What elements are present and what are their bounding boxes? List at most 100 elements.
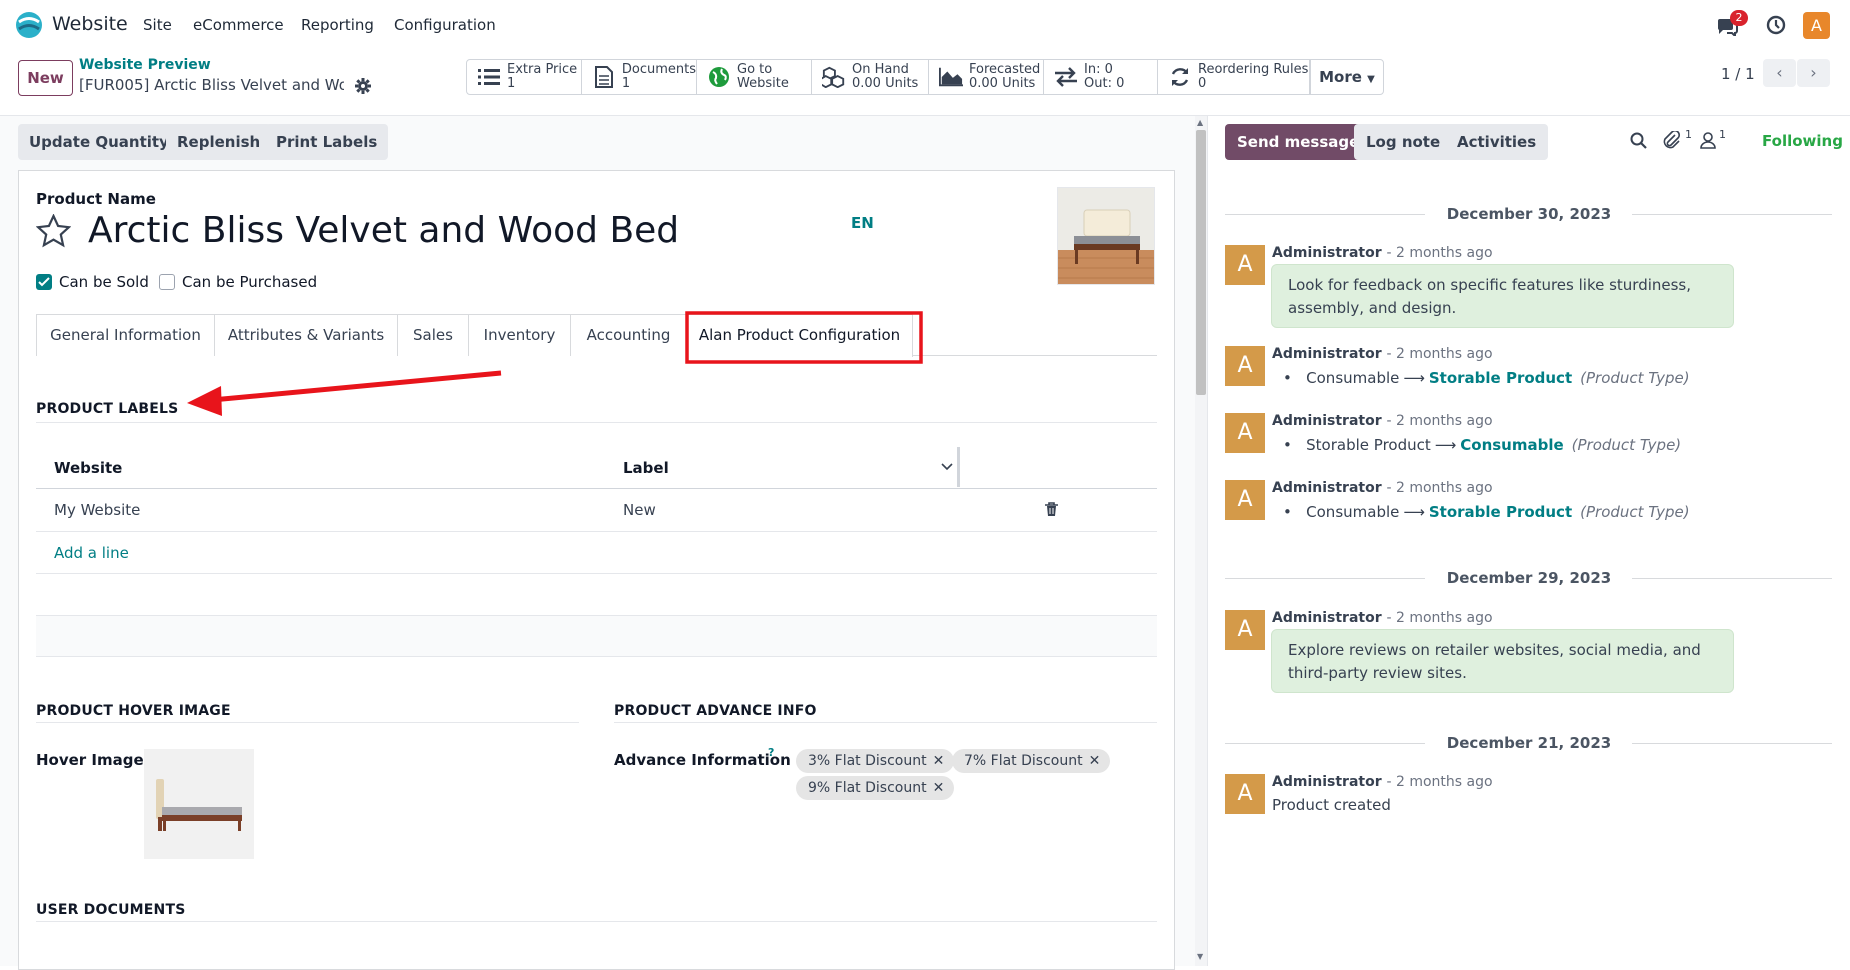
pager-value[interactable]: 1 / 1	[1721, 65, 1755, 83]
column-label[interactable]: Label	[623, 459, 669, 477]
message-time: - 2 months ago	[1386, 774, 1493, 790]
following-button[interactable]: Following	[1762, 132, 1843, 150]
check-icon	[38, 277, 50, 287]
remove-tag-icon[interactable]: ✕	[933, 753, 945, 769]
app-name[interactable]: Website	[52, 13, 128, 35]
author-avatar[interactable]: A	[1225, 346, 1265, 386]
language-button[interactable]: EN	[851, 214, 874, 232]
date-separator: December 21, 2023	[1446, 734, 1612, 752]
menu-site[interactable]: Site	[143, 16, 172, 34]
author-avatar[interactable]: A	[1225, 480, 1265, 520]
tag-3-flat-discount[interactable]: 3% Flat Discount ✕	[796, 749, 955, 773]
caret-down-icon: ▼	[1367, 74, 1375, 85]
author-name[interactable]: Administrator	[1272, 480, 1382, 496]
scrollbar-thumb[interactable]	[1196, 130, 1206, 395]
new-button[interactable]: New	[18, 60, 73, 96]
user-icon[interactable]	[1700, 132, 1716, 149]
globe-icon	[707, 65, 731, 89]
user-documents-heading: USER DOCUMENTS	[36, 902, 186, 918]
row-website-cell[interactable]: My Website	[54, 501, 140, 519]
message-author: Administrator - 2 months ago	[1272, 413, 1493, 429]
author-avatar[interactable]: A	[1225, 610, 1265, 650]
breadcrumb-website-preview[interactable]: Website Preview	[79, 57, 211, 73]
in-out-button[interactable]: In: 0 Out: 0	[1044, 59, 1158, 95]
message-body: Product created	[1272, 796, 1391, 814]
product-image[interactable]	[1057, 187, 1155, 285]
author-name[interactable]: Administrator	[1272, 346, 1382, 362]
author-avatar[interactable]: A	[1225, 774, 1265, 814]
more-button[interactable]: More ▼	[1310, 59, 1384, 95]
message-author: Administrator - 2 months ago	[1272, 346, 1493, 362]
can-be-sold-label[interactable]: Can be Sold	[59, 273, 149, 291]
author-name[interactable]: Administrator	[1272, 245, 1382, 261]
tab-sales[interactable]: Sales	[397, 314, 469, 356]
record-name: [FUR005] Arctic Bliss Velvet and Wo…	[79, 76, 344, 94]
pager-previous-button[interactable]: ‹	[1763, 59, 1796, 87]
app-logo-icon[interactable]	[14, 11, 44, 39]
out-count: Out: 0	[1084, 76, 1125, 91]
author-name[interactable]: Administrator	[1272, 610, 1382, 626]
scroll-up-icon[interactable]: ▲	[1197, 118, 1203, 127]
reordering-label: Reordering Rules	[1198, 62, 1309, 77]
product-hover-image-heading: PRODUCT HOVER IMAGE	[36, 703, 231, 719]
hover-image[interactable]	[144, 749, 254, 859]
trash-icon[interactable]	[1045, 502, 1058, 517]
send-message-button[interactable]: Send message	[1225, 124, 1372, 160]
search-icon[interactable]	[1630, 132, 1647, 149]
row-label-cell[interactable]: New	[623, 501, 656, 519]
area-chart-icon	[939, 65, 963, 89]
divider	[36, 722, 579, 723]
date-divider-line	[1632, 214, 1832, 215]
tag-7-flat-discount[interactable]: 7% Flat Discount ✕	[952, 749, 1111, 773]
log-note-button[interactable]: Log note	[1354, 124, 1453, 160]
on-hand-value: 0.00 Units	[852, 76, 919, 91]
can-be-sold-checkbox[interactable]	[36, 274, 52, 290]
tab-general-information[interactable]: General Information	[36, 314, 215, 356]
remove-tag-icon[interactable]: ✕	[933, 780, 945, 796]
on-hand-button[interactable]: On Hand 0.00 Units	[812, 59, 929, 95]
star-icon[interactable]	[36, 214, 71, 248]
can-be-purchased-label[interactable]: Can be Purchased	[182, 273, 317, 291]
user-avatar[interactable]: A	[1803, 12, 1830, 39]
update-quantity-button[interactable]: Update Quantity	[18, 124, 180, 160]
author-avatar[interactable]: A	[1225, 413, 1265, 453]
add-a-line-link[interactable]: Add a line	[54, 544, 129, 562]
tag-label: 7% Flat Discount	[964, 753, 1083, 769]
product-name-field[interactable]: Arctic Bliss Velvet and Wood Bed	[88, 210, 679, 251]
tab-alan-product-configuration[interactable]: Alan Product Configuration	[686, 314, 913, 357]
column-website[interactable]: Website	[54, 459, 122, 477]
scroll-down-icon[interactable]: ▼	[1197, 952, 1203, 961]
paperclip-icon[interactable]	[1663, 131, 1681, 150]
author-name[interactable]: Administrator	[1272, 413, 1382, 429]
chevron-down-icon[interactable]	[941, 461, 953, 471]
author-name[interactable]: Administrator	[1272, 774, 1382, 790]
gear-icon[interactable]	[355, 78, 371, 94]
tab-accounting[interactable]: Accounting	[570, 314, 687, 356]
replenish-button[interactable]: Replenish	[166, 124, 272, 160]
reordering-rules-button[interactable]: Reordering Rules 0	[1158, 59, 1310, 95]
author-avatar[interactable]: A	[1225, 245, 1265, 285]
help-tooltip-icon[interactable]: ?	[768, 746, 774, 759]
tab-attributes-variants[interactable]: Attributes & Variants	[214, 314, 398, 356]
menu-ecommerce[interactable]: eCommerce	[193, 16, 284, 34]
advance-information-label: Advance Information	[614, 751, 791, 769]
tag-9-flat-discount[interactable]: 9% Flat Discount ✕	[796, 776, 955, 800]
column-resize-handle[interactable]	[957, 447, 960, 487]
tracking-value: • Consumable ⟶ Storable Product (Product Ty…	[1283, 369, 1690, 387]
pager-next-button[interactable]: ›	[1797, 59, 1830, 87]
clock-icon[interactable]	[1766, 15, 1786, 35]
extra-price-button[interactable]: Extra Price 1	[466, 59, 582, 95]
can-be-purchased-checkbox[interactable]	[159, 274, 175, 290]
menu-configuration[interactable]: Configuration	[394, 16, 496, 34]
documents-button[interactable]: Documents 1	[582, 59, 697, 95]
tag-label: 3% Flat Discount	[808, 753, 927, 769]
remove-tag-icon[interactable]: ✕	[1089, 753, 1101, 769]
print-labels-button[interactable]: Print Labels	[265, 124, 389, 160]
field-name: (Product Type)	[1571, 436, 1682, 454]
go-to-website-button[interactable]: Go to Website	[697, 59, 812, 95]
message-time: - 2 months ago	[1386, 413, 1493, 429]
activities-button[interactable]: Activities	[1445, 124, 1549, 160]
forecasted-button[interactable]: Forecasted 0.00 Units	[929, 59, 1044, 95]
menu-reporting[interactable]: Reporting	[301, 16, 374, 34]
tab-inventory[interactable]: Inventory	[468, 314, 571, 356]
